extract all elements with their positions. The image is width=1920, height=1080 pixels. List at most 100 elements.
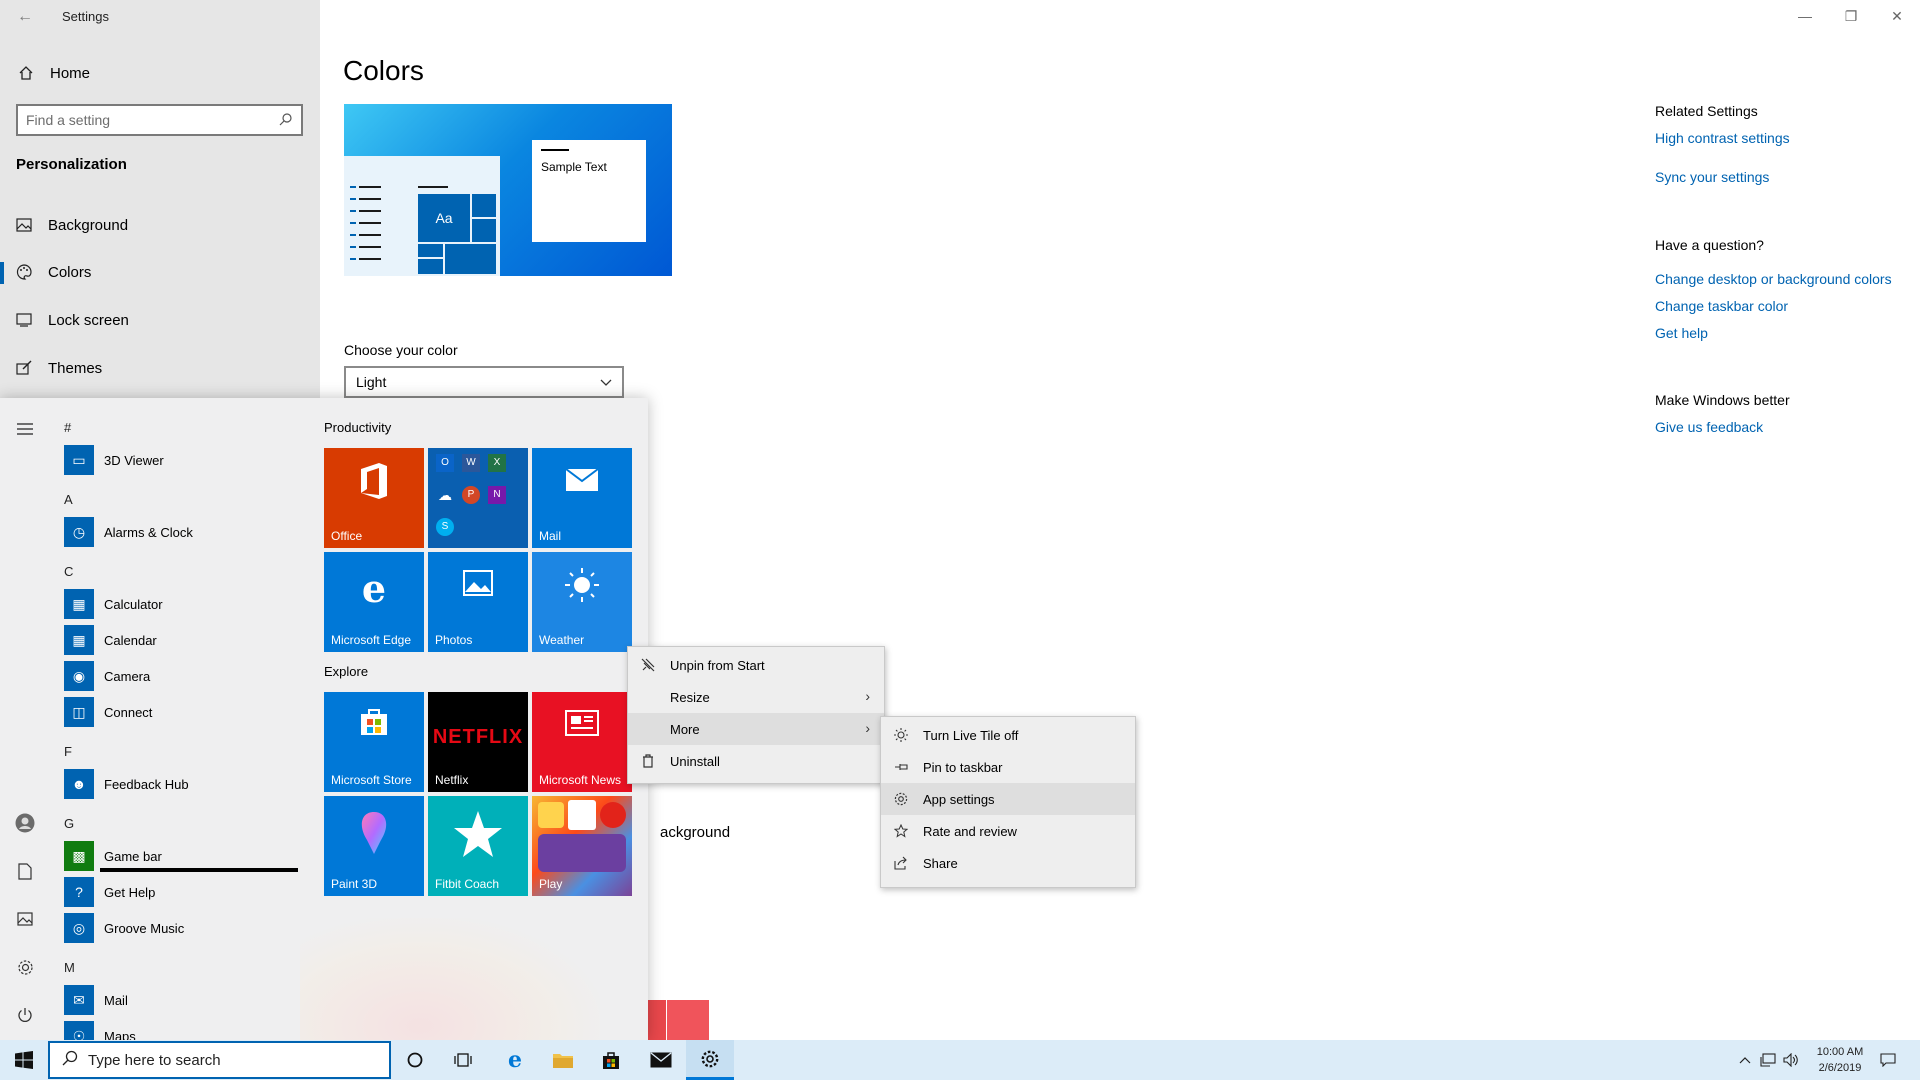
menu-item-more[interactable]: More › — [628, 713, 884, 745]
sidebar-item-lock-screen[interactable]: Lock screen — [0, 300, 320, 340]
gear-icon — [701, 1050, 719, 1067]
group-explore[interactable]: Explore — [324, 664, 368, 679]
music-icon: ◎ — [64, 913, 94, 943]
app-get-help[interactable]: ? Get Help — [64, 876, 155, 908]
find-setting-input[interactable]: Find a setting — [16, 104, 303, 136]
nav-home[interactable]: Home — [16, 62, 90, 84]
group-letter[interactable]: C — [64, 564, 73, 579]
color-swatch[interactable] — [648, 1000, 666, 1040]
app-maps[interactable]: ☉ Maps — [64, 1020, 136, 1040]
pictures-icon[interactable] — [14, 908, 36, 930]
choose-color-dropdown[interactable]: Light — [344, 366, 624, 398]
high-contrast-link[interactable]: High contrast settings — [1655, 130, 1790, 146]
tile-context-menu: Unpin from Start Resize › More › Uninsta… — [627, 646, 885, 784]
sidebar-item-themes[interactable]: Themes — [0, 348, 320, 388]
tile-microsoft-store[interactable]: Microsoft Store — [324, 692, 424, 792]
tile-fitbit-coach[interactable]: Fitbit Coach — [428, 796, 528, 896]
tile-play[interactable]: Play — [532, 796, 632, 896]
tile-netflix[interactable]: NETFLIX Netflix — [428, 692, 528, 792]
maximize-button[interactable]: ❐ — [1828, 2, 1874, 30]
user-avatar-icon[interactable] — [14, 812, 36, 834]
color-swatch[interactable] — [667, 1000, 709, 1040]
group-letter[interactable]: M — [64, 960, 75, 975]
hamburger-icon[interactable] — [14, 418, 36, 440]
preview-sample-text: Sample Text — [541, 160, 607, 174]
tile-weather[interactable]: Weather — [532, 552, 632, 652]
documents-icon[interactable] — [14, 860, 36, 882]
group-productivity[interactable]: Productivity — [324, 420, 391, 435]
notifications-icon[interactable] — [1872, 1040, 1904, 1080]
network-icon[interactable] — [1756, 1040, 1780, 1080]
app-connect[interactable]: ◫ Connect — [64, 696, 152, 728]
get-help-link[interactable]: Get help — [1655, 325, 1708, 341]
close-button[interactable]: ✕ — [1874, 2, 1920, 30]
menu-item-rate-and-review[interactable]: Rate and review — [881, 815, 1135, 847]
menu-item-unpin[interactable]: Unpin from Start — [628, 649, 884, 681]
app-label: Mail — [104, 992, 128, 1008]
taskbar-search-box[interactable]: Type here to search — [48, 1041, 391, 1079]
feedback-link[interactable]: Give us feedback — [1655, 419, 1763, 435]
feedback-icon: ☻ — [64, 769, 94, 799]
sidebar-item-colors[interactable]: Colors — [0, 252, 320, 292]
app-label: Groove Music — [104, 920, 185, 936]
tile-office[interactable]: Office — [324, 448, 424, 548]
file-explorer-button[interactable] — [539, 1040, 587, 1080]
taskbar: Type here to search e 10:00 AM 2/6/2019 — [0, 1040, 1920, 1080]
store-taskbar-button[interactable] — [587, 1040, 635, 1080]
menu-item-share[interactable]: Share — [881, 847, 1135, 879]
menu-item-app-settings[interactable]: App settings — [881, 783, 1135, 815]
app-calculator[interactable]: ▦ Calculator — [64, 588, 163, 620]
group-letter[interactable]: # — [64, 420, 71, 435]
edge-taskbar-icon[interactable]: e — [491, 1040, 539, 1080]
group-letter[interactable]: A — [64, 492, 73, 507]
app-calendar[interactable]: ▦ Calendar — [64, 624, 157, 656]
settings-gear-icon[interactable] — [14, 956, 36, 978]
power-icon[interactable] — [14, 1004, 36, 1026]
minimize-button[interactable]: — — [1782, 2, 1828, 30]
app-feedback-hub[interactable]: ☻ Feedback Hub — [64, 768, 189, 800]
back-arrow-icon[interactable]: ← — [14, 6, 36, 28]
app-groove-music[interactable]: ◎ Groove Music — [64, 912, 184, 944]
change-taskbar-link[interactable]: Change taskbar color — [1655, 298, 1788, 314]
mail-taskbar-button[interactable] — [637, 1040, 685, 1080]
app-camera[interactable]: ◉ Camera — [64, 660, 150, 692]
game-bar-icon: ▩ — [64, 841, 94, 871]
share-icon — [893, 855, 909, 871]
app-mail[interactable]: ✉ Mail — [64, 984, 128, 1016]
app-3d-viewer[interactable]: ▭ 3D Viewer — [64, 444, 164, 476]
menu-item-uninstall[interactable]: Uninstall — [628, 745, 884, 777]
menu-item-pin-to-taskbar[interactable]: Pin to taskbar — [881, 751, 1135, 783]
cortana-button[interactable] — [391, 1040, 439, 1080]
menu-item-turn-live-tile-off[interactable]: Turn Live Tile off — [881, 719, 1135, 751]
windows-start-button[interactable] — [0, 1040, 48, 1080]
preview-window: Sample Text — [532, 140, 646, 242]
camera-icon: ◉ — [64, 661, 94, 691]
tile-mail[interactable]: Mail — [532, 448, 632, 548]
group-letter[interactable]: G — [64, 816, 74, 831]
sidebar-item-label: Background — [48, 216, 129, 234]
cube-icon: ▭ — [64, 445, 94, 475]
task-view-button[interactable] — [439, 1040, 487, 1080]
app-alarms-clock[interactable]: ◷ Alarms & Clock — [64, 516, 193, 548]
group-letter[interactable]: F — [64, 744, 72, 759]
sync-settings-link[interactable]: Sync your settings — [1655, 169, 1769, 185]
app-label: 3D Viewer — [104, 452, 164, 468]
menu-item-resize[interactable]: Resize › — [628, 681, 884, 713]
tile-paint-3d[interactable]: Paint 3D — [324, 796, 424, 896]
maximize-icon: ❐ — [1844, 7, 1858, 24]
tile-label: Microsoft Edge — [331, 633, 412, 647]
sidebar-item-background[interactable]: Background — [0, 205, 320, 245]
connect-icon: ◫ — [64, 697, 94, 727]
windows-better-heading: Make Windows better — [1655, 392, 1790, 408]
preview-tile — [418, 259, 443, 274]
change-background-link[interactable]: Change desktop or background colors — [1655, 271, 1892, 287]
tray-chevron-up-icon[interactable] — [1734, 1040, 1756, 1080]
office-icon — [324, 462, 424, 509]
tile-photos[interactable]: Photos — [428, 552, 528, 652]
tile-label: Office — [331, 529, 363, 543]
tile-microsoft-edge[interactable]: e Microsoft Edge — [324, 552, 424, 652]
settings-taskbar-button[interactable] — [686, 1040, 734, 1080]
news-icon — [532, 706, 632, 745]
tile-office-apps-folder[interactable]: O W X ☁ P N S — [428, 448, 528, 548]
tile-microsoft-news[interactable]: Microsoft News — [532, 692, 632, 792]
